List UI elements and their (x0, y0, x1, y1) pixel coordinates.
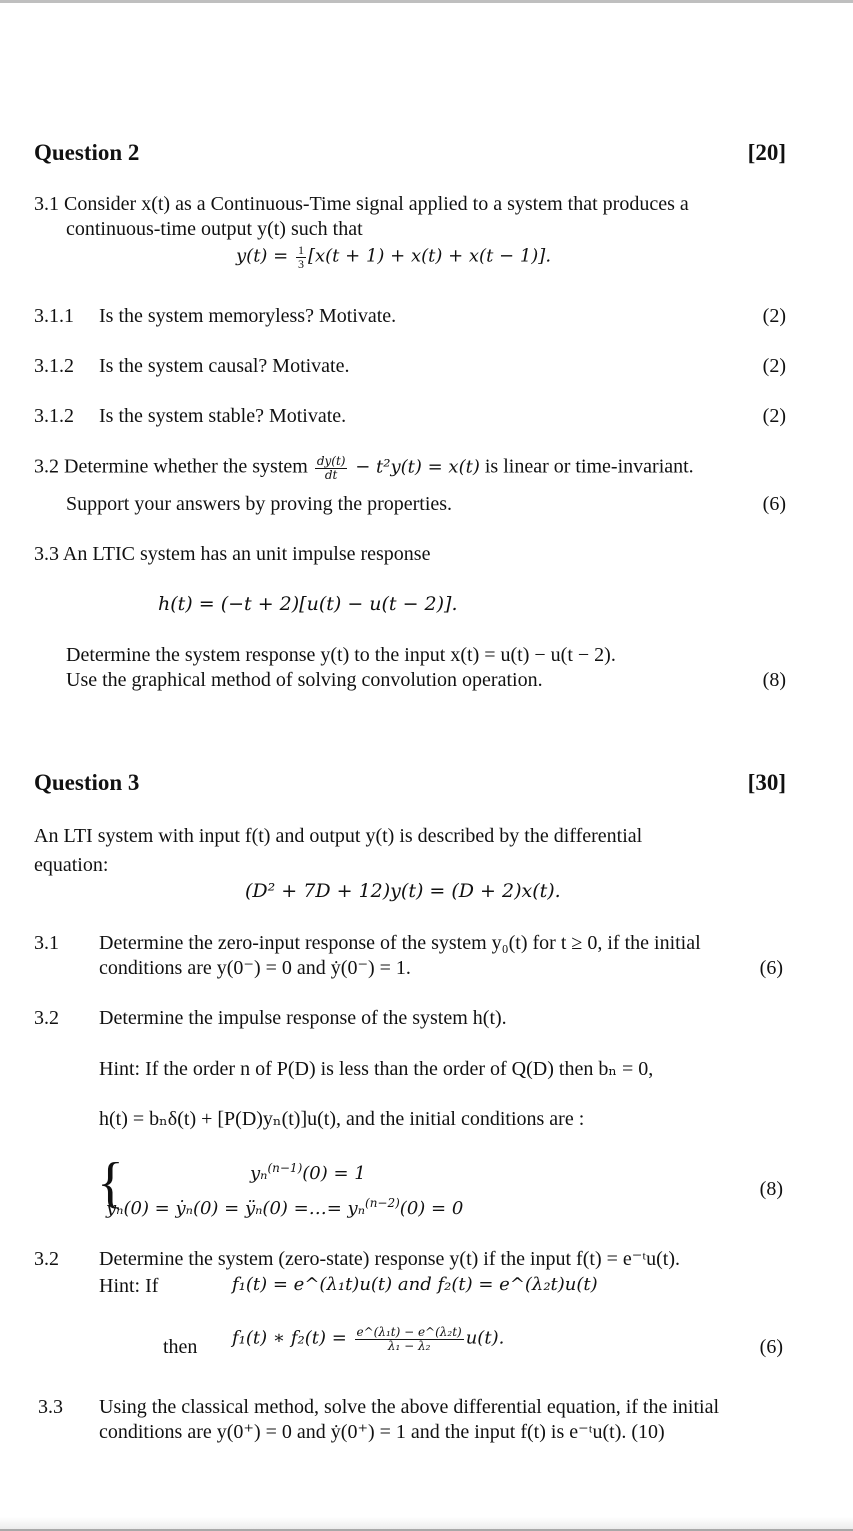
subitem-number: 3.1.1 (34, 305, 74, 327)
cond2-base: yₙ(0) = ẏₙ(0) = ÿₙ(0) =…= yₙ (106, 1198, 366, 1219)
q2-3-3-line3: Use the graphical method of solving conv… (66, 669, 543, 691)
q2-3-1-line1: 3.1 Consider x(t) as a Continuous-Time s… (34, 193, 689, 215)
q3-item-marks: (6) (759, 957, 783, 979)
subitem-text: Is the system causal? Motivate. (99, 355, 350, 377)
q2-3-2-line2: Support your answers by proving the prop… (66, 493, 453, 515)
conv-lhs: f₁(t) ∗ f₂(t) = (232, 1327, 353, 1349)
q3-item-number: 3.2 (34, 1007, 59, 1029)
question-2-marks: [20] (747, 140, 786, 165)
q2-3-2-line1: 3.2 Determine whether the system dy(t) dt… (34, 455, 694, 481)
q3-item-marks: (8) (759, 1178, 783, 1200)
q32-prefix: 3.2 Determine whether the system (34, 455, 313, 478)
subitem-number: 3.1.2 (34, 405, 74, 427)
q2-3-3-line1: 3.3 An LTIC system has an unit impulse r… (34, 543, 431, 565)
top-border (0, 0, 853, 3)
cond2-sup: (n−2) (365, 1196, 400, 1210)
cond2-rest: (0) = 0 (399, 1198, 464, 1219)
convolution-equation: f₁(t) ∗ f₂(t) = e^(λ₁t) − e^(λ₂t) λ₁ − λ₂… (232, 1326, 504, 1352)
subitem-marks: (2) (762, 305, 786, 327)
q3-item-line1: Determine the system (zero-state) respon… (99, 1248, 681, 1270)
conv-rest: u(t). (465, 1327, 505, 1349)
q3-item-line2: conditions are y(0⁻) = 0 and ẏ(0⁻) = 1. (99, 957, 411, 979)
eq-lhs: y(t) = (236, 245, 294, 267)
q3-item-line1: Determine the impulse response of the sy… (99, 1007, 507, 1029)
q3-hint-equation: f₁(t) = e^(λ₁t)u(t) and f₂(t) = e^(λ₂t)u… (232, 1274, 598, 1295)
question-3-marks: [30] (747, 770, 786, 795)
question-3-heading: Question 3 (34, 770, 140, 795)
cond1-rest: (0) = 1 (302, 1163, 366, 1184)
initial-condition-1: yₙ(n−1)(0) = 1 (250, 1162, 366, 1183)
initial-condition-2: yₙ(0) = ẏₙ(0) = ÿₙ(0) =…= yₙ(n−2)(0) = 0 (106, 1197, 463, 1218)
frac-num: e^(λ₁t) − e^(λ₂t) (354, 1325, 464, 1340)
q3-item-number: 3.1 (34, 932, 59, 954)
q3-intro-line2: equation: (34, 854, 109, 876)
frac-den: dt (324, 467, 338, 482)
q3-then-label: then (163, 1336, 198, 1358)
q3-item-line2: conditions are y(0⁺) = 0 and ẏ(0⁺) = 1 a… (99, 1421, 665, 1443)
q3-hint-label: Hint: If (99, 1275, 159, 1297)
frac-den: λ₁ − λ₂ (387, 1338, 431, 1353)
q2-3-1-line2: continuous-time output y(t) such that (66, 218, 363, 240)
q3-item-line1: Determine the zero-input response of the… (99, 932, 701, 954)
q2-3-2-marks: (6) (762, 493, 786, 515)
q3-hint-line2: h(t) = bₙδ(t) + [P(D)yₙ(t)]u(t), and the… (99, 1108, 585, 1130)
frac-den: 3 (297, 256, 304, 271)
question-2-heading: Question 2 (34, 140, 140, 165)
cond1-base: yₙ (250, 1163, 268, 1184)
q3-intro-line1: An LTI system with input f(t) and output… (34, 825, 643, 847)
q2-3-3-marks: (8) (762, 669, 786, 691)
impulse-response-equation: h(t) = (−t + 2)[u(t) − u(t − 2)]. (158, 593, 458, 615)
cond1-sup: (n−1) (267, 1161, 303, 1175)
dy-dt-fraction: dy(t) dt (314, 454, 348, 482)
q3-item-number: 3.3 (38, 1396, 63, 1418)
subitem-marks: (2) (762, 405, 786, 427)
subitem-text: Is the system stable? Motivate. (99, 405, 347, 427)
q3-item-marks: (6) (759, 1336, 783, 1358)
frac-num: dy(t) (314, 454, 348, 469)
subitem-text: Is the system memoryless? Motivate. (99, 305, 397, 327)
eq-rhs: [x(t + 1) + x(t) + x(t − 1)]. (307, 245, 552, 267)
q3-item-line1: Using the classical method, solve the ab… (99, 1396, 720, 1418)
q3-item-number: 3.2 (34, 1248, 59, 1270)
q3-hint-line1: Hint: If the order n of P(D) is less tha… (99, 1058, 654, 1080)
q32-equation: − t²y(t) = x(t) (349, 456, 480, 478)
differential-equation: (D² + 7D + 12)y(t) = (D + 2)x(t). (245, 880, 561, 902)
q2-3-1-equation: y(t) = 1 3 [x(t + 1) + x(t) + x(t − 1)]. (236, 244, 551, 270)
frac-num: 1 (295, 243, 306, 258)
conv-fraction: e^(λ₁t) − e^(λ₂t) λ₁ − λ₂ (354, 1325, 464, 1353)
subitem-number: 3.1.2 (34, 355, 74, 377)
subitem-marks: (2) (762, 355, 786, 377)
bottom-border (0, 1517, 853, 1531)
one-third-fraction: 13 (295, 243, 306, 271)
q2-3-3-line2: Determine the system response y(t) to th… (66, 644, 616, 666)
q32-suffix: is linear or time-invariant. (479, 455, 694, 478)
